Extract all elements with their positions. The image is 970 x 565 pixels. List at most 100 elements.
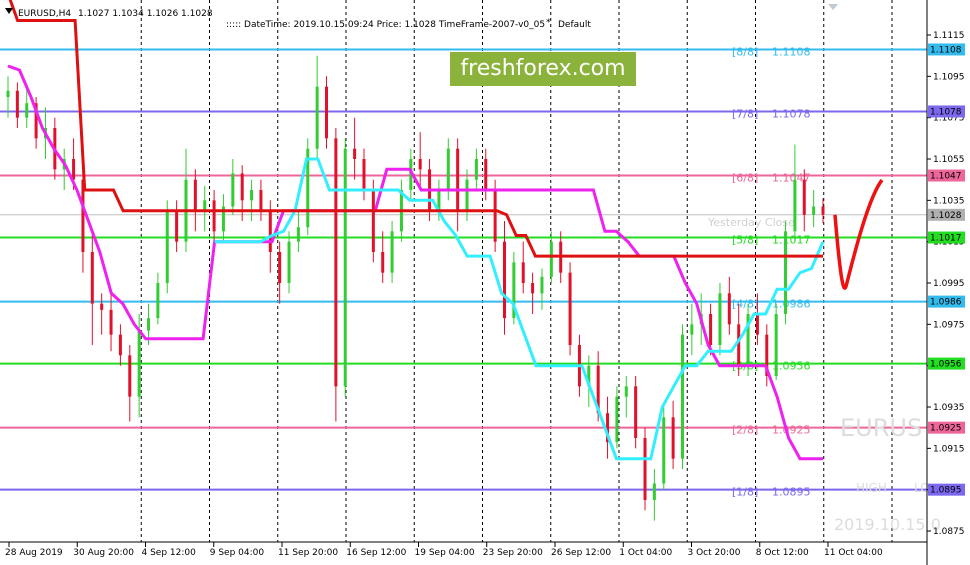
candle-body xyxy=(446,148,450,190)
candle-body xyxy=(624,386,628,397)
candle-body xyxy=(737,324,741,366)
y-tick-label: 1.0975 xyxy=(933,320,965,330)
murrey-level-value: 1.0925 xyxy=(772,424,811,437)
price-tag-value: 1.0956 xyxy=(930,360,962,370)
candle-body xyxy=(821,206,825,215)
x-tick-label: 19 Sep 04:00 xyxy=(415,548,475,558)
murrey-level-label: [6/8] xyxy=(732,172,758,185)
current-price-value: 1.1028 xyxy=(930,211,962,221)
candle-body xyxy=(259,190,263,211)
y-tick-label: 1.1115 xyxy=(933,31,965,41)
murrey-level-label: [2/8] xyxy=(732,424,758,437)
candle-body xyxy=(128,355,132,397)
candle-body xyxy=(615,396,619,443)
price-tag-value: 1.1078 xyxy=(930,107,962,117)
candle-body xyxy=(109,309,113,335)
indicator-line xyxy=(8,0,823,258)
x-tick-label: 11 Sep 20:00 xyxy=(278,548,338,558)
price-tag-value: 1.0986 xyxy=(930,298,962,308)
price-tag-value: 1.1017 xyxy=(930,234,962,244)
candle-body xyxy=(802,179,806,215)
candle-body xyxy=(147,318,151,331)
candle-body xyxy=(549,241,553,277)
murrey-level-value: 1.1017 xyxy=(772,234,811,247)
candle-body xyxy=(718,293,722,345)
candle-body xyxy=(6,90,10,97)
candle-body xyxy=(15,90,19,118)
scroll-up-icon[interactable] xyxy=(828,4,838,10)
x-tick-label: 23 Sep 20:00 xyxy=(483,548,543,558)
murrey-level-label: [7/8] xyxy=(732,107,758,120)
symbol-watermark: EURUS xyxy=(840,414,922,442)
candle-body xyxy=(709,314,713,345)
x-tick-label: 30 Aug 20:00 xyxy=(73,548,134,558)
candle-body xyxy=(118,334,122,356)
price-tag-value: 1.1047 xyxy=(930,172,962,182)
candle-body xyxy=(784,231,788,314)
candle-body xyxy=(540,276,544,294)
x-tick-label: 3 Oct 20:00 xyxy=(688,548,741,558)
candle-body xyxy=(727,293,731,325)
x-tick-label: 4 Sep 12:00 xyxy=(142,548,197,558)
collapse-triangle-icon[interactable] xyxy=(4,6,14,16)
candle-body xyxy=(652,483,656,500)
datetime-watermark: 2019.10.15 0 xyxy=(834,515,941,534)
murrey-level-value: 1.1108 xyxy=(772,45,811,58)
level-price-tags: 1.1108 1.1078 1.1047 1.1017 1.0986 1.0956 1.09… xyxy=(928,43,965,496)
y-tick-label: 1.0995 xyxy=(933,279,965,289)
candle-body xyxy=(343,148,347,387)
candle-body xyxy=(90,252,94,304)
candle-body xyxy=(100,303,104,310)
x-axis-ticks: 28 Aug 2019 30 Aug 20:00 4 Sep 12:00 9 Sep … xyxy=(5,542,883,558)
x-tick-label: 8 Oct 12:00 xyxy=(756,548,809,558)
murrey-level-value: 1.0956 xyxy=(772,360,811,373)
candle-body xyxy=(456,148,460,211)
candle-body xyxy=(493,190,497,242)
candle-body xyxy=(137,330,141,397)
candle-body xyxy=(671,417,675,459)
candle-body xyxy=(175,210,179,242)
candle-body xyxy=(502,241,506,319)
x-tick-label: 9 Sep 04:00 xyxy=(210,548,265,558)
candle-body xyxy=(680,334,684,459)
brand-logo: freshforex.com xyxy=(450,52,636,86)
candle-body xyxy=(774,314,778,376)
murrey-level-label: [5/8] xyxy=(732,234,758,247)
x-tick-label: 1 Oct 04:00 xyxy=(619,548,672,558)
candle-body xyxy=(390,231,394,273)
template-label: Default xyxy=(558,20,591,30)
candle-body xyxy=(250,190,254,201)
candle-body xyxy=(371,190,375,252)
candle-body xyxy=(568,272,572,345)
candle-body xyxy=(755,314,759,335)
candle-body xyxy=(315,86,319,149)
x-tick-label: 26 Sep 12:00 xyxy=(551,548,611,558)
candle-body xyxy=(381,252,385,273)
yesterday-close-label: Yesterday Close xyxy=(707,216,795,229)
candle-body xyxy=(203,200,207,211)
price-tag-value: 1.1108 xyxy=(930,45,962,55)
candle-body xyxy=(325,86,329,139)
candle-body xyxy=(334,138,338,387)
candle-body xyxy=(521,262,525,283)
candles xyxy=(6,55,825,521)
x-tick-label: 11 Oct 04:00 xyxy=(824,548,883,558)
candle-body xyxy=(193,179,197,211)
candle-body xyxy=(165,210,169,283)
candle-body xyxy=(362,159,366,190)
candle-body xyxy=(634,386,638,438)
symbol-label: EURUSD,H4 xyxy=(18,9,71,19)
candle-body xyxy=(484,159,488,190)
candle-body xyxy=(72,159,76,180)
candle-body xyxy=(690,324,694,335)
candle-body xyxy=(812,206,816,215)
candle-body xyxy=(231,173,235,207)
candle-body xyxy=(278,252,282,283)
candle-body xyxy=(793,179,797,232)
x-tick-label: 28 Aug 2019 xyxy=(5,548,63,558)
candle-body xyxy=(531,283,535,294)
forecast-line xyxy=(833,178,884,290)
candle-body xyxy=(474,159,478,180)
candle-body xyxy=(465,179,469,211)
x-tick-label: 16 Sep 12:00 xyxy=(346,548,406,558)
